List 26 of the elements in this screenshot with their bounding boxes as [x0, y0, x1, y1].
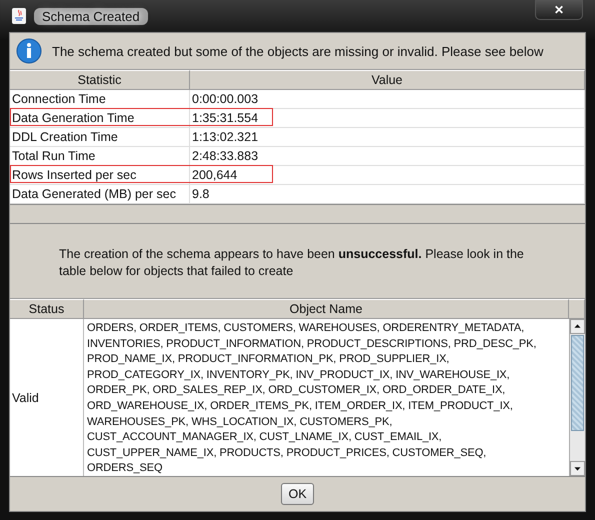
- info-message: The schema created but some of the objects are missing or invalid. Please see below: [52, 44, 544, 58]
- table-cell: Valid: [10, 319, 84, 476]
- table-cell-text: ORDERS, ORDER_ITEMS, CUSTOMERS, WAREHOUSES, ORDERENTRY_METADATA, INVENTORIES, PRODUCT_INFORMATION, PRODUCT_DESCRIPTIONS, PRD_DESC_PK, PROD_NAME_IX, PRODUCT_INFORMATION_PK, PROD_SUPPLIER_IX, PROD_CATEGORY_IX, INVENTORY_PK, INV_PRODUCT_IX, INV_WAREHOUSE_IX, ORDER_PK, ORD_SALES_REP_IX, ORD_CUSTOMER_IX, ORD_ORDER_DATE_IX, ORD_WAREHOUSE_IX, ORDER_ITEMS_PK, ITEM_ORDER_IX, ITEM_PRODUCT_IX, WAREHOUSES_PK, WHS_LOCATION_IX, CUSTOMERS_PK, CUST_ACCOUNT_MANAGER_IX, CUST_LNAME_IX, CUST_EMAIL_IX, CUST_UPPER_NAME_IX, PRODUCTS, PRODUCT_PRICES, CUSTOMER_SEQ, ORDERS_SEQ: [86, 321, 538, 476]
- table-cell: Rows Inserted per sec: [10, 166, 190, 184]
- table-cell: 200,644: [190, 166, 585, 184]
- ok-button[interactable]: OK: [281, 483, 314, 505]
- java-cup-icon: [12, 8, 26, 24]
- column-header[interactable]: Statistic: [10, 70, 190, 90]
- scroll-down-icon[interactable]: [570, 461, 585, 476]
- table-cell: Data Generation Time: [10, 109, 190, 127]
- scrollbar[interactable]: [569, 319, 585, 476]
- table-cell: Data Generated (MB) per sec: [10, 185, 190, 203]
- table-cell: Connection Time: [10, 90, 190, 108]
- table-cell: 1:35:31.554: [190, 109, 585, 127]
- table-cell: 9.8: [190, 185, 585, 203]
- table-cell: 2:48:33.883: [190, 147, 585, 165]
- table-cell: 1:13:02.321: [190, 128, 585, 146]
- table-cell: DDL Creation Time: [10, 128, 190, 146]
- scroll-up-icon[interactable]: [570, 319, 585, 334]
- table-cell: 0:00:00.003: [190, 90, 585, 108]
- close-button[interactable]: ✕: [535, 0, 583, 20]
- table-cell: Total Run Time: [10, 147, 190, 165]
- result-message: The creation of the schema appears to have been unsuccessful. Please look in the table below for objects that failed to create: [58, 246, 525, 280]
- column-header[interactable]: Value: [190, 70, 585, 90]
- info-icon: [16, 38, 42, 64]
- column-header[interactable]: Object Name: [84, 299, 569, 319]
